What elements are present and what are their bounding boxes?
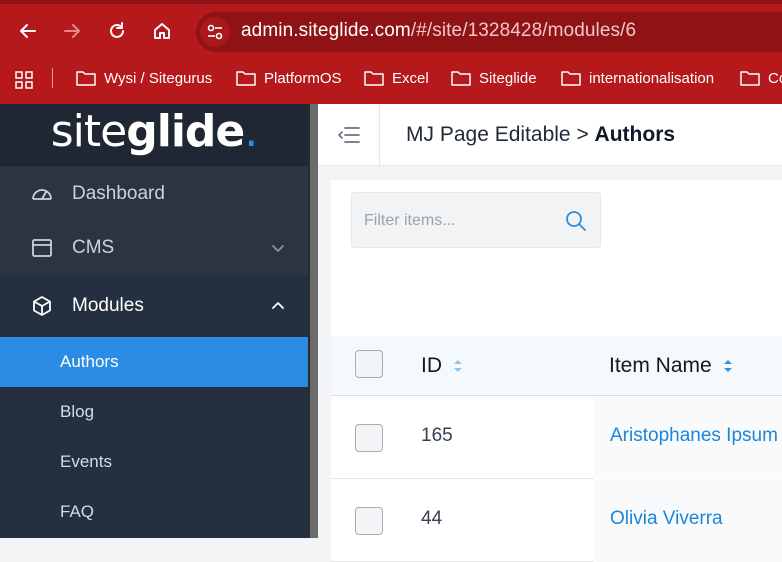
tab-strip — [0, 0, 782, 4]
chevron-down-icon — [272, 245, 284, 252]
reload-button[interactable] — [102, 16, 132, 46]
reload-icon — [110, 22, 124, 38]
module-item-events[interactable]: Events — [0, 437, 308, 487]
module-item-label: Blog — [60, 402, 95, 421]
sidebar-item-cms[interactable]: CMS — [0, 220, 308, 276]
folder-icon — [561, 71, 581, 86]
row-id: 165 — [421, 425, 453, 446]
main-content: MJ Page Editable > Authors ID Item Name … — [318, 104, 782, 562]
row-item-name-link[interactable]: Olivia Viverra — [610, 508, 723, 530]
module-item-authors[interactable]: Authors — [0, 337, 308, 387]
sort-asc-icon[interactable] — [722, 357, 734, 375]
bookmark-excel[interactable]: Excel — [364, 66, 429, 90]
sidebar-item-label: Modules — [72, 295, 144, 316]
module-item-faq[interactable]: FAQ — [0, 487, 308, 537]
items-panel: ID Item Name 165 Aristophanes Ipsum 44 O… — [331, 180, 782, 562]
sidebar-item-label: Dashboard — [72, 183, 165, 204]
breadcrumb-current: Authors — [594, 123, 676, 146]
cube-icon — [30, 294, 54, 318]
home-button[interactable] — [147, 16, 177, 46]
column-header-item-name[interactable]: Item Name — [609, 354, 734, 378]
folder-icon — [364, 71, 384, 86]
forward-arrow-icon — [64, 24, 80, 38]
select-all-checkbox[interactable] — [355, 350, 383, 378]
table-row[interactable]: 165 Aristophanes Ipsum — [331, 397, 782, 479]
filter-input[interactable] — [364, 209, 554, 233]
column-header-label: Item Name — [609, 354, 712, 377]
bookmark-label: PlatformOS — [264, 69, 342, 87]
sidebar-item-label: CMS — [72, 237, 115, 258]
bookmark-platformos[interactable]: PlatformOS — [236, 66, 342, 90]
sidebar: siteglide. Dashboard CMS Modules Authors… — [0, 104, 308, 538]
logo-text-light: site — [50, 105, 127, 157]
bookmark-label: internationalisation — [589, 69, 715, 87]
window-icon — [30, 236, 54, 260]
module-item-label: FAQ — [60, 502, 95, 521]
logo-text-bold: glide — [126, 105, 245, 157]
sidebar-item-modules[interactable]: Modules — [0, 276, 308, 336]
site-settings-button[interactable] — [200, 17, 230, 47]
bookmark-wysi[interactable]: Wysi / Sitegurus — [76, 66, 212, 90]
url-host: admin.siteglide.com — [241, 20, 411, 41]
module-item-blog[interactable]: Blog — [0, 387, 308, 437]
bookmark-internationalisation[interactable]: internationalisation — [561, 66, 714, 90]
menu-collapse-icon — [337, 127, 360, 143]
back-arrow-icon — [20, 24, 36, 38]
folder-icon — [236, 71, 256, 86]
siteglide-logo[interactable]: siteglide. — [50, 105, 258, 157]
row-checkbox[interactable] — [355, 507, 383, 535]
dashboard-gauge-icon — [30, 182, 54, 206]
bookmark-label: Excel — [392, 69, 429, 87]
module-item-label: Events — [60, 452, 112, 471]
logo-dot: . — [244, 105, 258, 157]
tune-icon — [207, 24, 223, 40]
back-button[interactable] — [13, 16, 43, 46]
row-id: 44 — [421, 508, 443, 529]
sidebar-item-dashboard[interactable]: Dashboard — [0, 166, 308, 222]
column-header-label: ID — [421, 354, 442, 377]
filter-box[interactable] — [351, 192, 601, 248]
breadcrumb-parent[interactable]: MJ Page Editable — [406, 123, 571, 146]
folder-icon — [451, 71, 471, 86]
modules-section: Modules Authors Blog Events FAQ — [0, 276, 308, 538]
row-checkbox[interactable] — [355, 424, 383, 452]
column-header-id[interactable]: ID — [421, 354, 464, 378]
sidebar-scrollbar[interactable] — [308, 104, 318, 538]
top-bar: MJ Page Editable > Authors — [318, 104, 782, 166]
sort-both-icon[interactable] — [452, 357, 464, 375]
bookmarks-separator — [52, 68, 53, 88]
forward-button[interactable] — [57, 16, 87, 46]
apps-button[interactable] — [14, 68, 34, 92]
table-header: ID Item Name — [331, 336, 782, 396]
url-text[interactable]: admin.siteglide.com/#/site/1328428/modul… — [241, 20, 636, 42]
row-item-name-link[interactable]: Aristophanes Ipsum — [610, 425, 778, 447]
folder-icon — [76, 71, 96, 86]
breadcrumb: MJ Page Editable > Authors — [406, 123, 675, 147]
apps-grid-icon — [15, 71, 33, 89]
bookmark-siteglide[interactable]: Siteglide — [451, 66, 537, 90]
url-path: /#/site/1328428/modules/6 — [410, 20, 637, 41]
search-icon[interactable] — [564, 209, 588, 233]
home-icon — [154, 23, 170, 39]
breadcrumb-separator: > — [570, 123, 595, 146]
bookmark-co[interactable]: Co — [740, 66, 782, 90]
logo-bar: siteglide. — [0, 104, 308, 166]
bookmark-label: Wysi / Sitegurus — [104, 69, 213, 87]
menu-toggle-button[interactable] — [318, 104, 380, 166]
module-item-label: Authors — [60, 352, 119, 371]
bookmark-label: Siteglide — [479, 69, 537, 87]
chevron-up-icon — [272, 302, 284, 309]
bookmark-label: Co — [768, 69, 782, 87]
table-row[interactable]: 44 Olivia Viverra — [331, 480, 782, 562]
folder-icon — [740, 71, 760, 86]
